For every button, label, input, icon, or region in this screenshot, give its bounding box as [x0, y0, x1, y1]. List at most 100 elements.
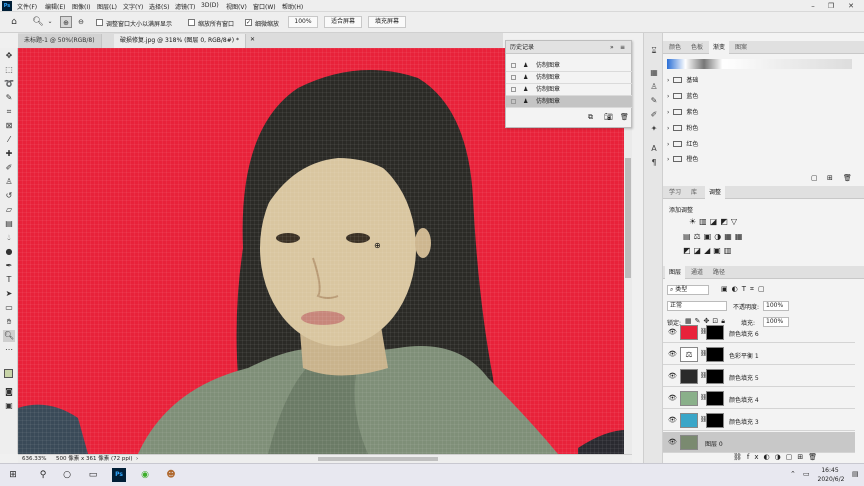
- menu-window[interactable]: 窗口(W): [253, 2, 276, 11]
- horizontal-scrollbar-thumb[interactable]: [318, 457, 438, 461]
- zoom-readout[interactable]: 636.33%: [22, 455, 46, 463]
- properties-icon[interactable]: ▦: [648, 67, 660, 79]
- trash-icon[interactable]: 🗑︎: [620, 113, 629, 121]
- layer-filter-icons[interactable]: ▣◐T⌗▢: [721, 285, 769, 294]
- eye-icon[interactable]: 👁︎: [668, 438, 677, 446]
- layer-row[interactable]: 👁︎ ⚖ ⛓︎ 色彩平衡 1: [663, 344, 855, 365]
- zoom-tool-preset-icon[interactable]: 🔍︎: [32, 16, 44, 28]
- gradient-group-basic[interactable]: › 基础: [667, 75, 847, 87]
- layer-actions-bar[interactable]: ⛓fx◐◑▢⊞🗑︎: [733, 453, 822, 461]
- tab-paths[interactable]: 路径: [709, 266, 729, 279]
- layer-row[interactable]: 👁︎ ⛓︎ 颜色填充 4: [663, 388, 855, 409]
- close-icon[interactable]: ✕: [842, 1, 860, 11]
- status-arrow-icon[interactable]: ›: [136, 455, 138, 463]
- scrubby-zoom-checkbox[interactable]: ✓: [245, 19, 252, 26]
- tab-gradients[interactable]: 渐变: [709, 41, 730, 54]
- history-item-selected[interactable]: ♟ 仿制图章: [506, 96, 632, 108]
- tab-repair-jpg[interactable]: 破损修复.jpg @ 318% (图层 0, RGB/8#) *: [114, 34, 246, 48]
- panel-menu-icon[interactable]: ≡: [620, 41, 625, 54]
- frame-tool-icon[interactable]: ⊠: [3, 120, 15, 132]
- tray-chevron-icon[interactable]: ⌃: [790, 470, 796, 478]
- eye-icon[interactable]: 👁︎: [668, 350, 677, 358]
- tab-adjustments[interactable]: 调整: [705, 186, 726, 199]
- adjustment-icons-row-2[interactable]: ▤⚖▣◑▦▦: [683, 232, 745, 241]
- zoom-in-icon[interactable]: ⊕: [60, 16, 72, 28]
- fill-screen-button[interactable]: 填充屏幕: [368, 16, 406, 28]
- path-select-tool-icon[interactable]: ➤: [3, 288, 15, 300]
- notification-icon[interactable]: ▤: [852, 470, 859, 478]
- opacity-input[interactable]: 100%: [763, 301, 789, 311]
- history-brush-tool-icon[interactable]: ↺: [3, 190, 15, 202]
- more-tools-icon[interactable]: ⋯: [3, 344, 15, 356]
- eye-icon[interactable]: 👁︎: [668, 328, 677, 336]
- dodge-tool-icon[interactable]: ●: [3, 246, 15, 258]
- move-tool-icon[interactable]: ✥: [3, 50, 15, 62]
- history-checkbox[interactable]: [511, 87, 516, 92]
- crop-tool-icon[interactable]: ⌗: [3, 106, 15, 118]
- vertical-scrollbar-thumb[interactable]: [625, 158, 631, 278]
- hand-tool-icon[interactable]: ✋︎: [3, 316, 15, 328]
- new-gradient-icon[interactable]: ⊞: [827, 174, 833, 182]
- layer-kind-filter[interactable]: ⌕ 类型: [667, 285, 709, 295]
- menu-3d[interactable]: 3D(D): [201, 2, 219, 9]
- gradient-group-blue[interactable]: › 蓝色: [667, 91, 847, 103]
- search-icon[interactable]: ⚲: [36, 468, 50, 482]
- gradient-group-orange[interactable]: › 橙色: [667, 154, 847, 166]
- new-document-from-state-icon[interactable]: ⧉: [588, 113, 593, 122]
- taskbar-clock[interactable]: 16:45: [816, 467, 844, 474]
- clone-source-icon[interactable]: ♙: [648, 81, 660, 93]
- eyedropper-tool-icon[interactable]: ⁄: [3, 134, 15, 146]
- blend-mode-select[interactable]: 正常: [667, 301, 727, 311]
- history-item[interactable]: ♟ 仿制图章: [506, 84, 632, 96]
- menu-file[interactable]: 文件(F): [17, 2, 37, 11]
- gradient-group-purple[interactable]: › 紫色: [667, 107, 847, 119]
- tab-channels[interactable]: 通道: [687, 266, 707, 279]
- gradient-tool-icon[interactable]: ▤: [3, 218, 15, 230]
- collapse-icon[interactable]: »: [610, 41, 614, 54]
- maximize-icon[interactable]: ❐: [822, 1, 840, 11]
- chevron-down-icon[interactable]: ⌄: [44, 16, 56, 28]
- resize-windows-checkbox[interactable]: [96, 19, 103, 26]
- eye-icon[interactable]: 👁︎: [668, 372, 677, 380]
- menu-layer[interactable]: 图层(L): [97, 2, 117, 11]
- windows-start-icon[interactable]: ⊞: [6, 468, 20, 482]
- blur-tool-icon[interactable]: 💧︎: [3, 232, 15, 244]
- menu-image[interactable]: 图像(I): [72, 2, 90, 11]
- eraser-tool-icon[interactable]: ▱: [3, 204, 15, 216]
- marquee-tool-icon[interactable]: ⬚: [3, 64, 15, 76]
- zoom-all-checkbox[interactable]: [188, 19, 195, 26]
- fit-screen-button[interactable]: 适合屏幕: [324, 16, 362, 28]
- app-taskbar-icon[interactable]: ☻: [164, 468, 178, 482]
- tab-color[interactable]: 颜色: [665, 41, 685, 54]
- foreground-color-swatch[interactable]: [4, 369, 13, 378]
- pen-tool-icon[interactable]: ✒: [3, 260, 15, 272]
- trash-icon[interactable]: 🗑︎: [843, 174, 852, 182]
- brush-settings-icon[interactable]: ✎: [648, 95, 660, 107]
- zoom-tool-icon[interactable]: 🔍︎: [3, 330, 15, 342]
- tab-libraries[interactable]: 库: [687, 186, 701, 199]
- history-checkbox[interactable]: [511, 75, 516, 80]
- menu-view[interactable]: 视图(V): [226, 2, 247, 11]
- history-item[interactable]: ♟ 仿制图章: [506, 60, 632, 72]
- tab-layers[interactable]: 图层: [665, 266, 686, 279]
- screen-mode-icon[interactable]: ▣: [3, 400, 15, 412]
- healing-brush-tool-icon[interactable]: ✚: [3, 148, 15, 160]
- zoom-100-button[interactable]: 100%: [288, 16, 318, 28]
- tab-untitled[interactable]: 未标题-1 @ 50%(RGB/8): [18, 34, 102, 48]
- paragraph-icon[interactable]: ¶: [648, 157, 660, 169]
- tab-swatches[interactable]: 色板: [687, 41, 707, 54]
- tab-learn[interactable]: 学习: [665, 186, 685, 199]
- browser-taskbar-icon[interactable]: ◉: [138, 468, 152, 482]
- history-checkbox[interactable]: [511, 63, 516, 68]
- shape-tool-icon[interactable]: ▭: [3, 302, 15, 314]
- menu-select[interactable]: 选择(S): [149, 2, 170, 11]
- layer-row[interactable]: 👁︎ ⛓︎ 颜色填充 5: [663, 366, 855, 387]
- layer-row[interactable]: 👁︎ ⛓︎ 颜色填充 6: [663, 322, 855, 343]
- new-group-icon[interactable]: ▢: [811, 174, 818, 182]
- gradient-group-pink[interactable]: › 粉色: [667, 123, 847, 135]
- history-item[interactable]: ♟ 仿制图章: [506, 72, 632, 84]
- quick-mask-icon[interactable]: ◙: [3, 386, 15, 398]
- task-view-icon[interactable]: ○: [60, 468, 74, 482]
- gradient-presets-strip[interactable]: [667, 59, 852, 69]
- menu-filter[interactable]: 滤镜(T): [175, 2, 195, 11]
